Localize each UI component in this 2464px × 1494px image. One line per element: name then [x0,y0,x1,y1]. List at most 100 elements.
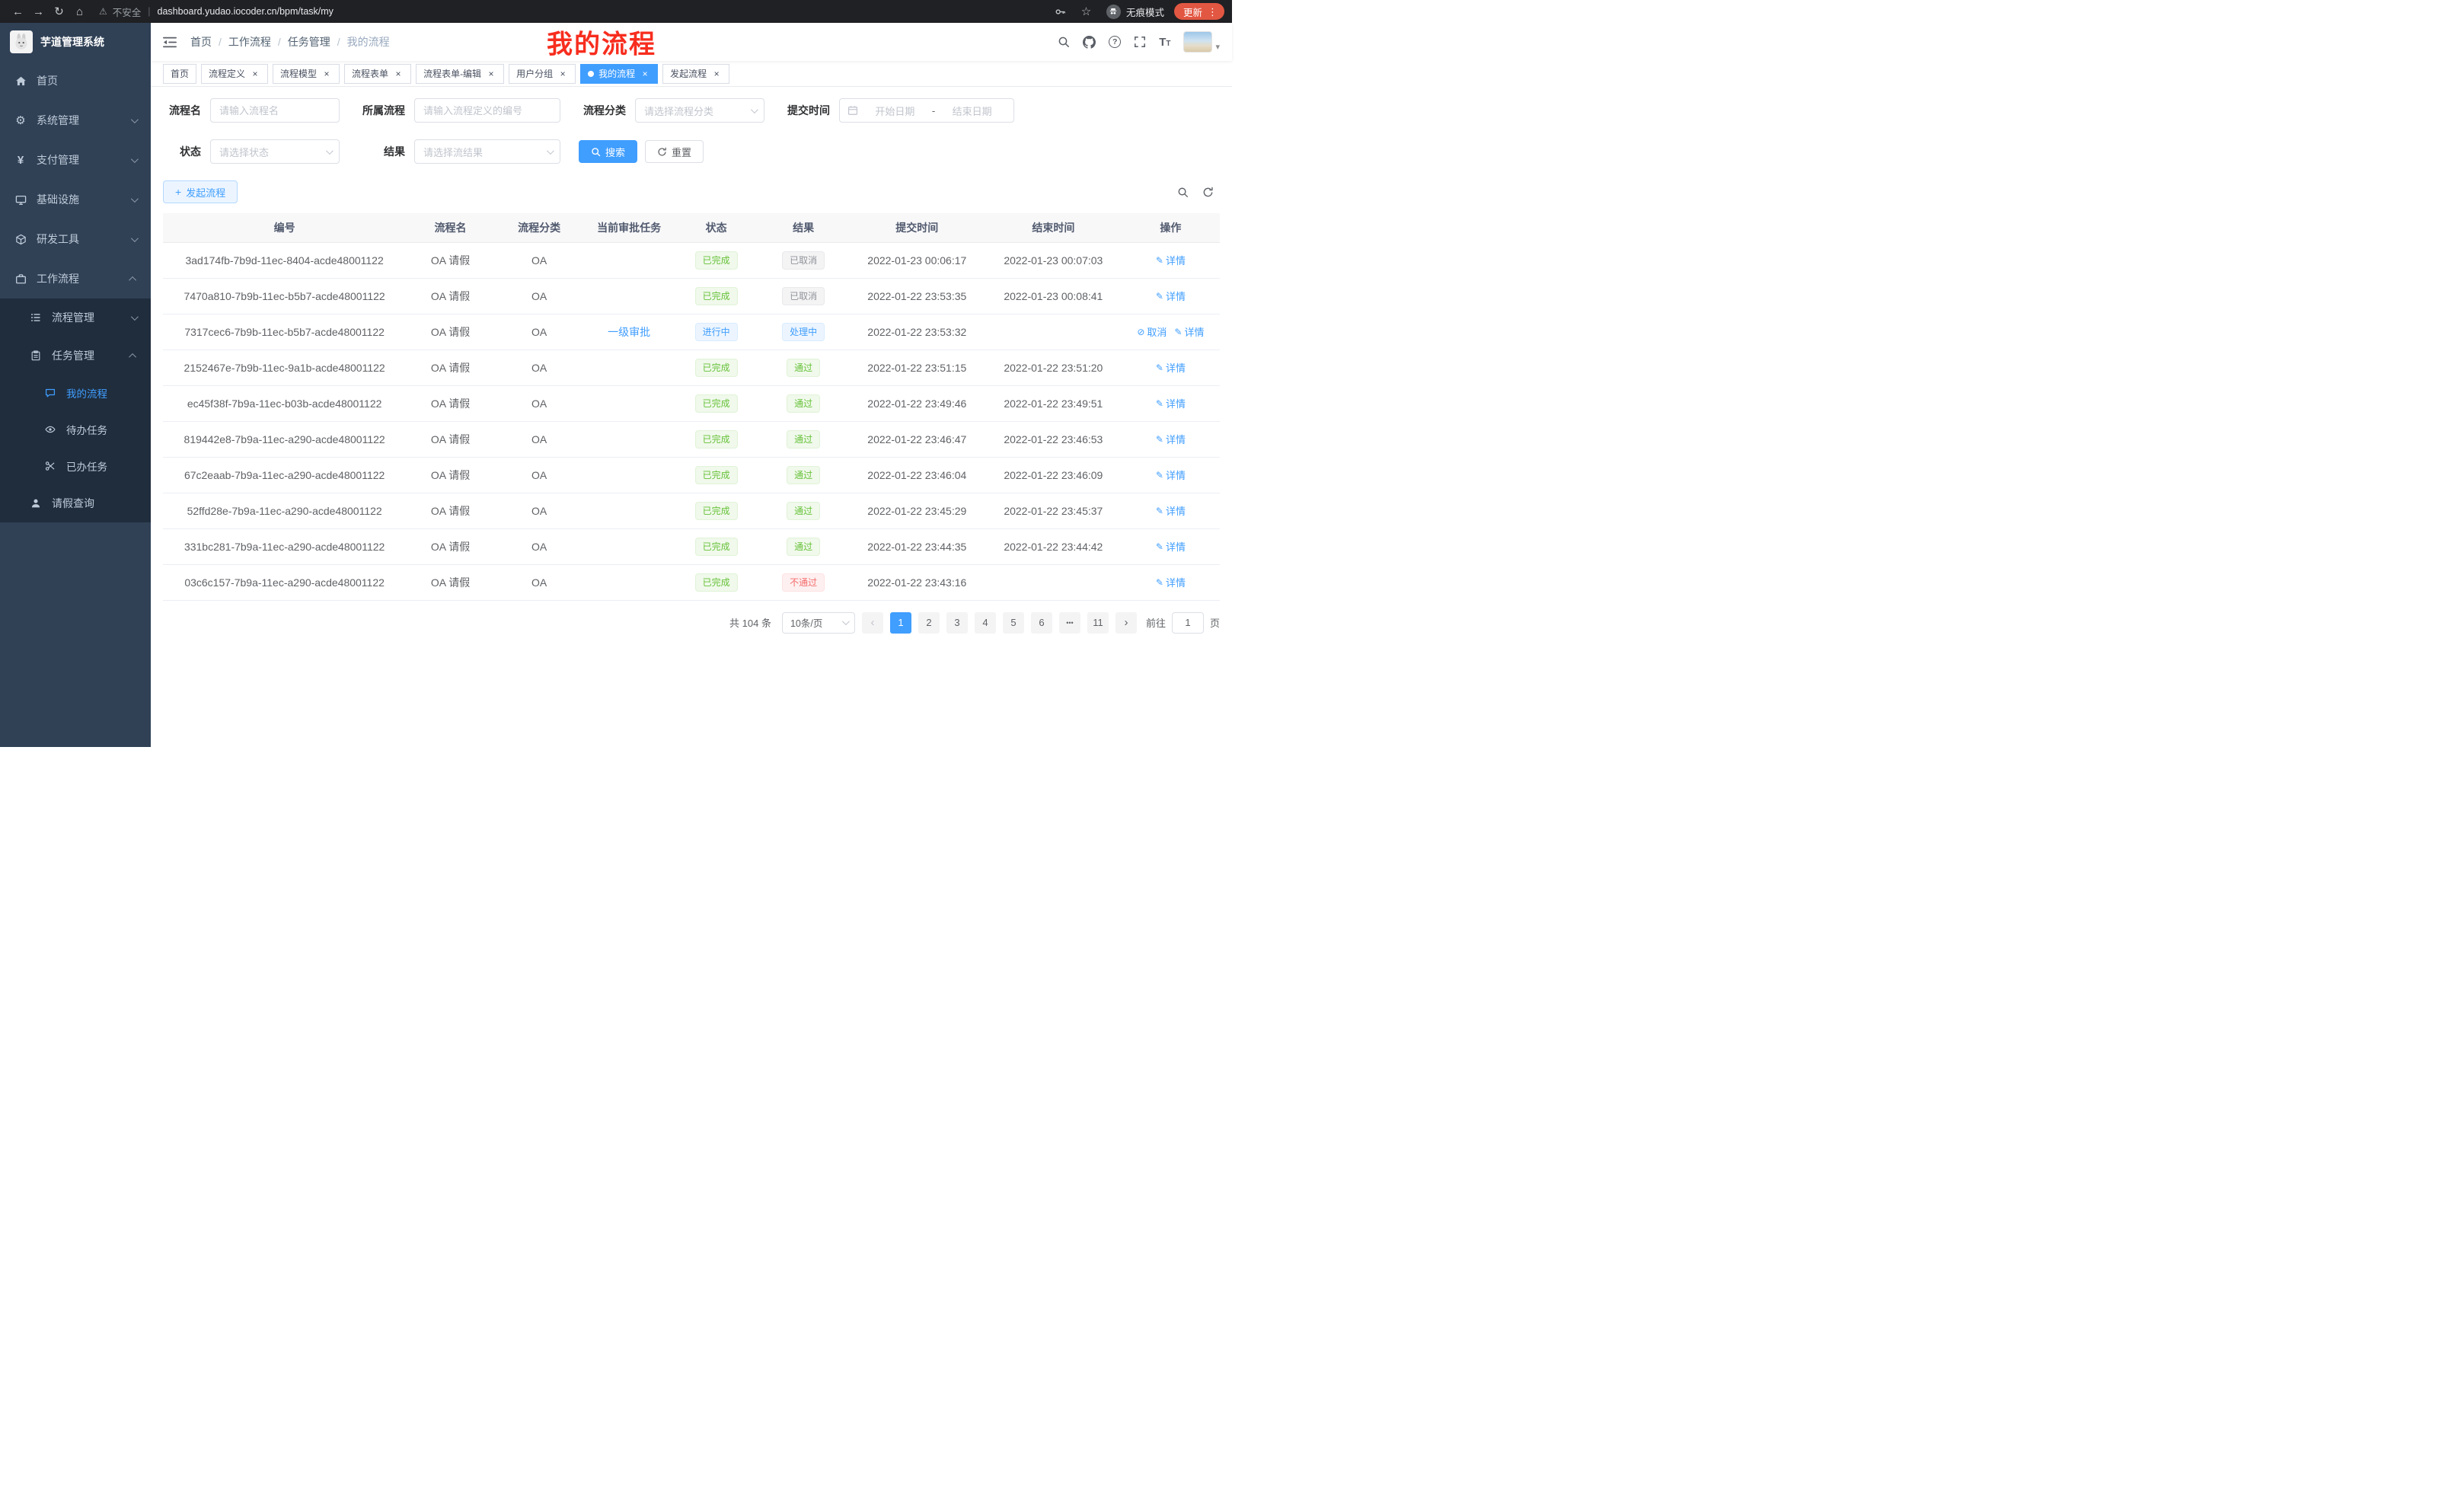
cell-actions: ✎详情 [1122,350,1220,385]
cell-id: 331bc281-7b9a-11ec-a290-acde48001122 [163,528,406,564]
page-5-button[interactable]: 5 [1003,612,1024,634]
detail-link[interactable]: ✎详情 [1156,396,1186,410]
sidebar-item-system[interactable]: ⚙ 系统管理 [0,101,151,140]
cancel-link[interactable]: ⊘取消 [1137,324,1167,339]
sidebar-item-workflow[interactable]: 工作流程 [0,259,151,298]
tab-close-icon[interactable]: × [250,69,260,79]
parent-process-input[interactable] [414,98,560,123]
tab-start-process[interactable]: 发起流程× [662,64,729,84]
sidebar-item-task-management[interactable]: 任务管理 [0,337,151,375]
detail-link[interactable]: ✎详情 [1156,360,1186,375]
tab-my-process[interactable]: 我的流程× [580,64,658,84]
cell-status: 进行中 [675,314,758,350]
detail-link[interactable]: ✎详情 [1156,289,1186,303]
breadcrumb-home[interactable]: 首页 [190,34,212,49]
chevron-down-icon [131,235,139,242]
cell-name: OA 请假 [406,278,495,314]
reload-icon[interactable]: ↻ [49,5,69,18]
tab-close-icon[interactable]: × [557,69,568,79]
table-search-toggle-icon[interactable] [1177,187,1189,198]
goto-page-input[interactable] [1172,612,1204,634]
forward-icon[interactable]: → [28,5,49,18]
sidebar: 芋道管理系统 首页 ⚙ 系统管理 ¥ 支付管理 基础设施 [0,23,151,747]
detail-link[interactable]: ✎详情 [1156,432,1186,446]
page-more-button[interactable]: ••• [1059,612,1080,634]
tab-process-form-edit[interactable]: 流程表单-编辑× [416,64,504,84]
page-6-button[interactable]: 6 [1031,612,1052,634]
sidebar-item-my-process[interactable]: 我的流程 [0,375,151,411]
create-process-button[interactable]: + 发起流程 [163,180,238,203]
tab-close-icon[interactable]: × [711,69,722,79]
sidebar-item-payment[interactable]: ¥ 支付管理 [0,140,151,180]
sidebar-toggle-icon[interactable] [163,36,177,49]
breadcrumb-workflow[interactable]: 工作流程 [228,34,271,49]
prev-page-button[interactable]: ‹ [862,612,883,634]
github-icon[interactable] [1083,36,1096,49]
cell-category: OA [495,242,584,278]
browser-menu-icon[interactable]: ⋮ [1208,7,1218,17]
task-link[interactable]: 一级审批 [608,326,650,338]
page-size-select[interactable]: 10条/页 [782,612,855,634]
user-menu[interactable]: ▾ [1183,31,1220,53]
tab-process-model[interactable]: 流程模型× [273,64,340,84]
bookmark-star-icon[interactable]: ☆ [1076,5,1096,18]
annotation-title: 我的流程 [547,24,656,61]
cell-result: 通过 [758,528,848,564]
tab-home[interactable]: 首页 [163,64,196,84]
sidebar-item-process-management[interactable]: 流程管理 [0,298,151,337]
detail-link[interactable]: ✎详情 [1156,503,1186,518]
detail-link[interactable]: ✎详情 [1174,324,1204,339]
status-tag: 已完成 [695,466,738,484]
search-icon[interactable] [1058,36,1070,48]
sidebar-item-todo-task[interactable]: 待办任务 [0,411,151,448]
page-2-button[interactable]: 2 [918,612,940,634]
table-refresh-icon[interactable] [1202,187,1214,198]
breadcrumb-task-management[interactable]: 任务管理 [288,34,330,49]
sidebar-item-done-task[interactable]: 已办任务 [0,448,151,484]
update-button[interactable]: 更新 ⋮ [1174,3,1224,20]
sidebar-item-leave-query[interactable]: 请假查询 [0,484,151,522]
workflow-submenu: 流程管理 任务管理 我的流程 待办任务 已办 [0,298,151,522]
page-1-button[interactable]: 1 [890,612,911,634]
cell-end-time [985,314,1122,350]
detail-link[interactable]: ✎详情 [1156,253,1186,267]
sidebar-item-dev-tools[interactable]: 研发工具 [0,219,151,259]
home-icon[interactable]: ⌂ [69,5,90,18]
cell-status: 已完成 [675,278,758,314]
font-size-icon[interactable]: TT [1159,37,1170,48]
next-page-button[interactable]: › [1116,612,1137,634]
end-date-placeholder[interactable]: 结束日期 [938,104,1006,118]
table-row: 52ffd28e-7b9a-11ec-a290-acde48001122OA 请… [163,493,1220,528]
page-3-button[interactable]: 3 [946,612,968,634]
tab-close-icon[interactable]: × [393,69,404,79]
warning-icon: ⚠ [99,6,107,17]
fullscreen-icon[interactable] [1134,36,1146,48]
password-key-icon[interactable] [1055,6,1066,18]
start-date-placeholder[interactable]: 开始日期 [861,104,929,118]
detail-link[interactable]: ✎详情 [1156,539,1186,554]
tab-close-icon[interactable]: × [321,69,332,79]
tab-process-form[interactable]: 流程表单× [344,64,411,84]
result-select[interactable]: 请选择流结果 [414,139,560,164]
detail-link[interactable]: ✎详情 [1156,575,1186,589]
status-select[interactable]: 请选择状态 [210,139,340,164]
sidebar-item-home[interactable]: 首页 [0,61,151,101]
tab-close-icon[interactable]: × [486,69,496,79]
address-bar[interactable]: ⚠ 不安全 | dashboard.yudao.iocoder.cn/bpm/t… [99,5,1045,19]
submit-time-range-picker[interactable]: 开始日期 - 结束日期 [839,98,1014,123]
breadcrumb: 首页 / 工作流程 / 任务管理 / 我的流程 [190,34,390,49]
reset-button[interactable]: 重置 [645,140,704,163]
back-icon[interactable]: ← [8,5,28,18]
page-11-button[interactable]: 11 [1087,612,1109,634]
help-icon[interactable]: ? [1109,36,1121,48]
category-select[interactable]: 请选择流程分类 [635,98,764,123]
page-4-button[interactable]: 4 [975,612,996,634]
tab-user-group[interactable]: 用户分组× [509,64,576,84]
sidebar-item-infrastructure[interactable]: 基础设施 [0,180,151,219]
search-button[interactable]: 搜索 [579,140,637,163]
tab-close-icon[interactable]: × [640,69,650,79]
incognito-chip[interactable]: 无痕模式 [1106,5,1164,19]
process-name-input[interactable] [210,98,340,123]
tab-process-definition[interactable]: 流程定义× [201,64,268,84]
detail-link[interactable]: ✎详情 [1156,468,1186,482]
